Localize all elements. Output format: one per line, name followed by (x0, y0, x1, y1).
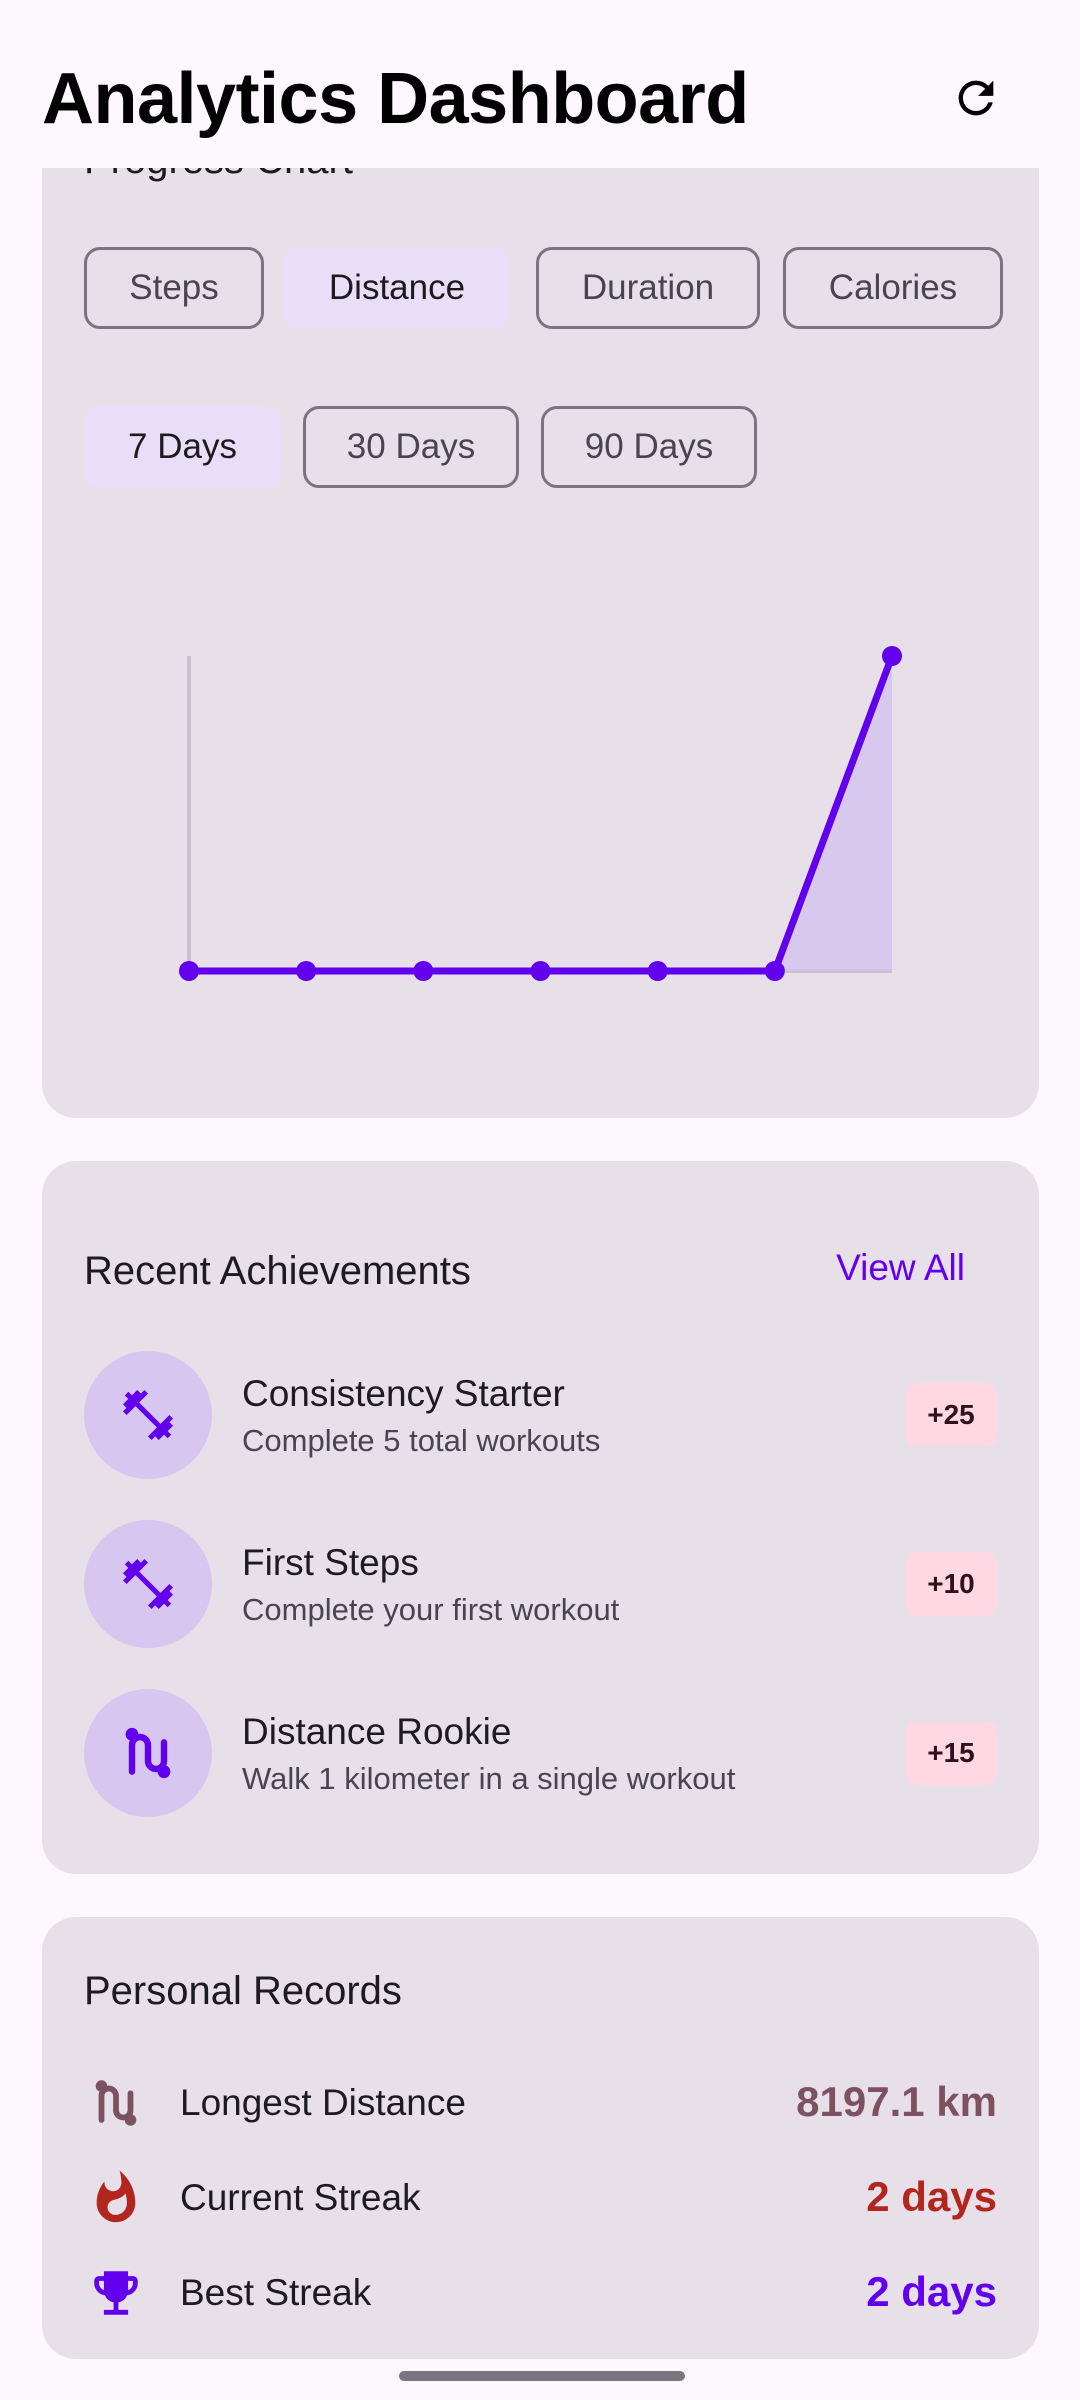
points-badge: +15 (905, 1721, 997, 1785)
refresh-icon (950, 72, 1002, 129)
record-row-current-streak: Current Streak 2 days (42, 2163, 1039, 2233)
personal-records-card: Personal Records Longest Distance 8197.1… (42, 1917, 1039, 2359)
data-point (296, 961, 317, 981)
progress-chart-card: Progress Chart Steps Distance Duration C… (42, 80, 1039, 1118)
achievement-item[interactable]: First Steps Complete your first workout … (42, 1520, 1039, 1650)
data-point (413, 961, 434, 981)
route-icon (84, 2071, 148, 2135)
fire-icon (84, 2166, 148, 2230)
records-title: Personal Records (84, 1969, 402, 2013)
record-value: 2 days (866, 2173, 997, 2220)
route-icon (84, 1689, 212, 1817)
dumbbell-icon (84, 1520, 212, 1648)
achievements-title: Recent Achievements (84, 1249, 471, 1293)
data-point (647, 961, 668, 981)
analytics-dashboard-screen: Progress Chart Steps Distance Duration C… (0, 0, 1080, 2400)
achievement-description: Complete 5 total workouts (242, 1423, 601, 1458)
data-point (764, 961, 785, 981)
view-all-button[interactable]: View All (836, 1247, 965, 1289)
series-area-fill (189, 656, 892, 971)
data-point (530, 961, 551, 981)
achievement-item[interactable]: Consistency Starter Complete 5 total wor… (42, 1351, 1039, 1481)
home-indicator[interactable] (399, 2371, 685, 2381)
record-row-longest-distance: Longest Distance 8197.1 km (42, 2068, 1039, 2138)
trophy-icon (84, 2261, 148, 2325)
distance-line-chart (179, 646, 902, 981)
data-point (179, 961, 199, 981)
top-app-bar: Analytics Dashboard (0, 0, 1080, 168)
data-point (882, 646, 902, 666)
achievement-description: Walk 1 kilometer in a single workout (242, 1761, 736, 1796)
record-label: Current Streak (180, 2177, 421, 2218)
points-badge: +25 (905, 1383, 997, 1447)
points-badge: +10 (905, 1552, 997, 1616)
achievement-item[interactable]: Distance Rookie Walk 1 kilometer in a si… (42, 1689, 1039, 1819)
refresh-button[interactable] (944, 68, 1008, 132)
record-value: 8197.1 km (796, 2078, 997, 2125)
recent-achievements-card: Recent Achievements View All Consistency… (42, 1161, 1039, 1874)
achievement-name: First Steps (242, 1542, 419, 1583)
dumbbell-icon (84, 1351, 212, 1479)
record-value: 2 days (866, 2268, 997, 2315)
series-line (185, 652, 896, 975)
achievement-description: Complete your first workout (242, 1592, 620, 1627)
achievement-name: Consistency Starter (242, 1373, 565, 1414)
record-label: Longest Distance (180, 2082, 466, 2123)
page-title: Analytics Dashboard (42, 59, 749, 139)
achievement-name: Distance Rookie (242, 1711, 512, 1752)
record-label: Best Streak (180, 2272, 372, 2313)
record-row-best-streak: Best Streak 2 days (42, 2258, 1039, 2328)
